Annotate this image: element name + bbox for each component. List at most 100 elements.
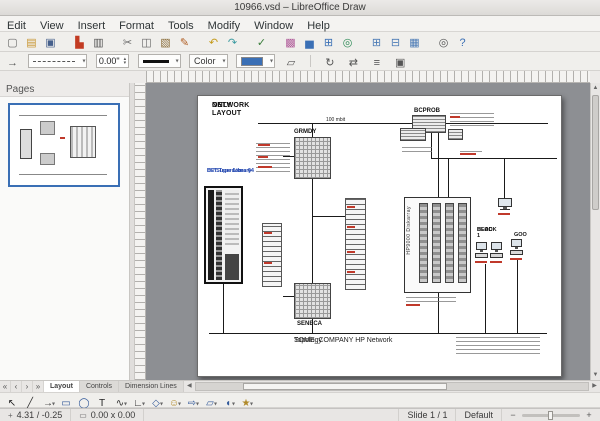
next-layer-button[interactable]: › — [22, 381, 33, 392]
helplines-icon[interactable]: ▦ — [406, 34, 423, 50]
fill-color-select[interactable] — [236, 54, 275, 68]
layer-tab[interactable]: Controls — [80, 381, 119, 392]
canvas-area[interactable]: NETWORK LAYOUT ONLY 100 mbit G — [146, 83, 590, 380]
statusbar: + 4.31 / -0.25 ▭ 0.00 x 0.00 Slide 1 / 1… — [0, 408, 600, 421]
line-fill-toolbar: → 0.00" ▴▾ Color ▱ ↻ ⇄ ≡ ▣ — [0, 52, 600, 71]
workstation-icon — [490, 242, 504, 259]
last-layer-button[interactable]: » — [33, 381, 44, 392]
workstation-icon — [510, 239, 524, 256]
monitor-icon — [498, 198, 514, 212]
scroll-down-icon[interactable]: ▼ — [591, 370, 600, 380]
network-bus-bottom — [209, 333, 547, 334]
selection-size-icon: ▭ — [79, 411, 87, 420]
drawing-page[interactable]: NETWORK LAYOUT ONLY 100 mbit G — [197, 95, 562, 377]
line-width-value: 0.00" — [99, 56, 120, 66]
zoom-slider-thumb[interactable] — [548, 411, 553, 420]
layer-tab[interactable]: Layout — [44, 381, 80, 392]
red-label-mark — [347, 251, 355, 253]
seneca-label: SENECA — [297, 321, 322, 327]
zoom-icon[interactable]: ◎ — [435, 34, 452, 50]
red-label-mark — [406, 304, 420, 306]
zoom-out-button[interactable]: − — [508, 410, 518, 420]
bcprob-submodule[interactable] — [400, 128, 426, 141]
chart-icon[interactable]: ▅ — [301, 34, 318, 50]
line-color-swatch — [143, 60, 169, 63]
open-icon[interactable]: ▤ — [23, 34, 40, 50]
fill-style-select[interactable]: Color — [189, 54, 228, 68]
layer-tab[interactable]: Dimension Lines — [119, 381, 184, 392]
bottom-bar: « ‹ › » LayoutControlsDimension Lines ◀ … — [0, 380, 600, 392]
redo-icon[interactable]: ↷ — [224, 34, 241, 50]
horizontal-scroll-thumb[interactable] — [243, 383, 447, 390]
scroll-up-icon[interactable]: ▲ — [591, 83, 600, 93]
prev-layer-button[interactable]: ‹ — [11, 381, 22, 392]
connector-line — [283, 296, 294, 297]
vertical-scroll-thumb[interactable] — [592, 95, 599, 210]
spin-down-icon[interactable]: ▾ — [124, 61, 127, 65]
display-grid-icon[interactable]: ⊞ — [368, 34, 385, 50]
layout-name[interactable]: Default — [456, 409, 502, 421]
rotate-icon[interactable]: ↻ — [321, 54, 338, 70]
red-label-mark — [475, 261, 487, 263]
fill-color-swatch — [241, 57, 263, 66]
patch-panel-mid[interactable] — [345, 198, 366, 290]
red-label-mark — [490, 261, 502, 263]
cut-icon[interactable]: ✂ — [119, 34, 136, 50]
fine-print-lines — [402, 144, 432, 152]
red-label-mark — [347, 226, 355, 228]
first-layer-button[interactable]: « — [0, 381, 11, 392]
zoom-in-button[interactable]: + — [584, 410, 594, 420]
export-pdf-icon[interactable]: ▙ — [71, 34, 88, 50]
goo-label: GOO — [514, 232, 527, 238]
zoom-slider[interactable] — [522, 414, 580, 417]
red-label-mark — [498, 213, 510, 215]
toolbar-separator — [310, 55, 311, 67]
line-style-select[interactable] — [28, 54, 87, 68]
table-icon[interactable]: ⊞ — [320, 34, 337, 50]
save-icon[interactable]: ▣ — [42, 34, 59, 50]
vertical-ruler[interactable] — [135, 83, 146, 380]
line-color-select[interactable] — [138, 54, 181, 68]
grmdy-device[interactable] — [294, 137, 331, 179]
drawing-toolbar: ↖╱→▭◯T∿∟◇☺⇨▱◖★ — [0, 392, 600, 408]
image-icon[interactable]: ▩ — [282, 34, 299, 50]
new-document-icon[interactable]: ▢ — [4, 34, 21, 50]
shadow-icon[interactable]: ▱ — [282, 54, 299, 70]
red-label-mark — [450, 116, 460, 118]
page-thumbnail[interactable] — [8, 103, 120, 187]
scroll-left-icon[interactable]: ◀ — [184, 381, 195, 392]
undo-icon[interactable]: ↶ — [205, 34, 222, 50]
horizontal-ruler[interactable] — [146, 71, 590, 83]
spelling-icon[interactable]: ✓ — [253, 34, 270, 50]
arrange-icon[interactable]: ▣ — [392, 54, 409, 70]
superdome-cabinet[interactable] — [204, 186, 243, 284]
connector-line — [448, 158, 449, 197]
line-width-stepper[interactable]: ▴▾ — [124, 57, 127, 65]
bcprob-module[interactable] — [448, 129, 463, 140]
position-icon: + — [8, 411, 13, 420]
flip-icon[interactable]: ⇄ — [345, 54, 362, 70]
paste-icon[interactable]: ▧ — [157, 34, 174, 50]
menubar: EditViewInsertFormatToolsModifyWindowHel… — [0, 16, 600, 32]
copy-icon[interactable]: ◫ — [138, 34, 155, 50]
horizontal-scrollbar[interactable]: ◀ ▶ — [184, 381, 600, 392]
scroll-right-icon[interactable]: ▶ — [589, 381, 600, 392]
help-icon[interactable]: ? — [454, 35, 471, 51]
align-icon[interactable]: ≡ — [368, 55, 385, 71]
network-bus-mid — [431, 158, 557, 159]
hyperlink-icon[interactable]: ◎ — [339, 34, 356, 50]
slide-indicator[interactable]: Slide 1 / 1 — [399, 409, 456, 421]
bus-top-label: 100 mbit — [326, 117, 345, 123]
vertical-scrollbar[interactable]: ▲ ▼ — [590, 83, 600, 380]
print-icon[interactable]: ▥ — [90, 34, 107, 50]
snap-to-grid-icon[interactable]: ⊟ — [387, 34, 404, 50]
horizontal-scroll-track[interactable] — [195, 382, 589, 391]
red-label-mark — [258, 156, 268, 158]
titlebar[interactable]: 10966.vsd – LibreOffice Draw — [0, 0, 600, 16]
disk-array-cabinet[interactable]: HP9000 Diskarray — [404, 197, 471, 293]
connector-line — [517, 260, 518, 333]
line-ends-icon[interactable]: → — [4, 55, 21, 71]
seneca-device[interactable] — [294, 283, 331, 319]
clone-formatting-icon[interactable]: ✎ — [176, 34, 193, 50]
line-width-input[interactable]: 0.00" ▴▾ — [96, 54, 129, 68]
